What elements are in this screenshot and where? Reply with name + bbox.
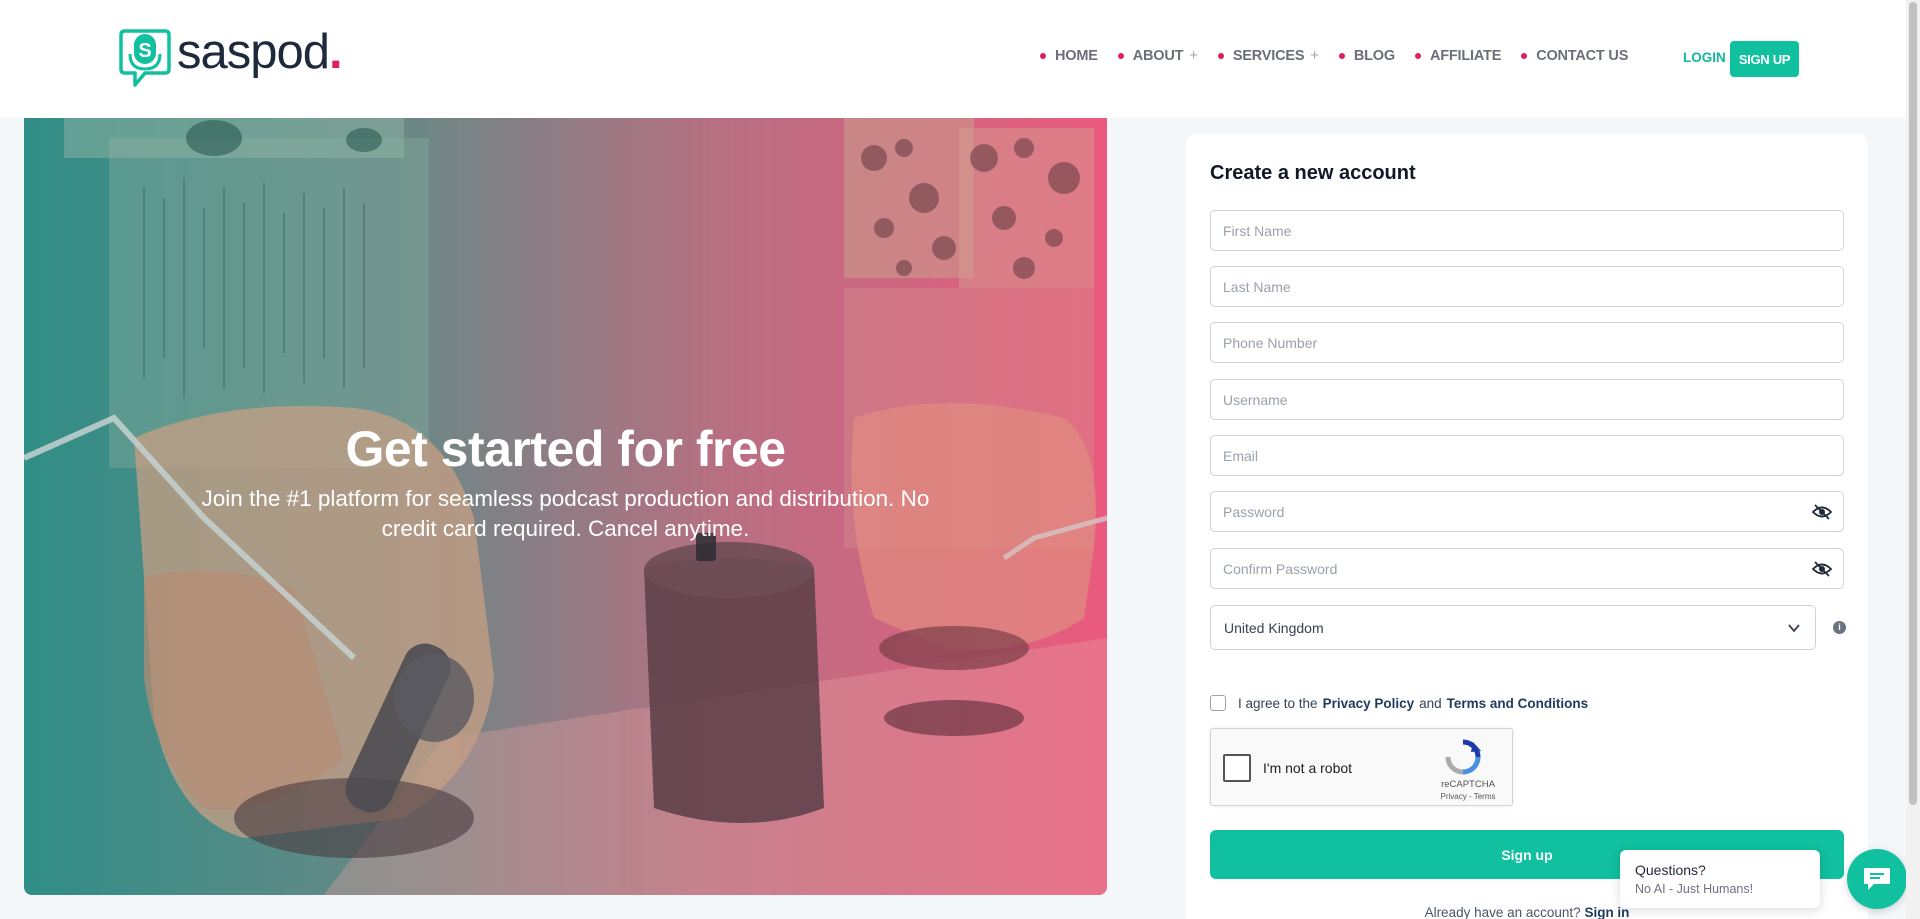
chat-icon: [1864, 868, 1890, 890]
agree-checkbox[interactable]: [1210, 695, 1226, 711]
hero-subtitle: Join the #1 platform for seamless podcas…: [201, 486, 930, 541]
recaptcha-brand: reCAPTCHA: [1441, 779, 1495, 790]
logo[interactable]: S saspod.: [119, 25, 343, 89]
agree-conj: and: [1419, 695, 1442, 711]
privacy-policy-link[interactable]: Privacy Policy: [1323, 696, 1415, 711]
nav-label: HOME: [1055, 47, 1098, 64]
logo-text: saspod.: [177, 25, 343, 79]
nav-label: CONTACT US: [1536, 47, 1629, 64]
form-title: Create a new account: [1210, 162, 1416, 184]
signup-card: Create a new account United Kingdom i I …: [1186, 134, 1868, 919]
svg-text:S: S: [138, 40, 151, 62]
password-input[interactable]: [1210, 491, 1844, 532]
bullet-icon: [1040, 52, 1046, 59]
nav-label: AFFILIATE: [1429, 47, 1502, 64]
terms-agreement: I agree to the Privacy Policy and Terms …: [1210, 695, 1593, 711]
first-name-input[interactable]: [1210, 210, 1844, 251]
bullet-icon: [1414, 52, 1421, 59]
chevron-down-icon: [1788, 624, 1800, 633]
header-signup-button[interactable]: SIGN UP: [1730, 41, 1799, 77]
email-input[interactable]: [1210, 435, 1844, 476]
bullet-icon: [1117, 52, 1124, 59]
nav-affiliate[interactable]: AFFILIATE: [1414, 47, 1502, 64]
agree-prefix: I agree to the: [1238, 695, 1318, 711]
scrollbar-thumb[interactable]: [1909, 2, 1917, 805]
site-header: S saspod. HOME ABOUT + SERVICES + BLOG A…: [0, 0, 1906, 118]
chat-subtitle: No AI - Just Humans!: [1635, 882, 1754, 896]
nav-contact-us[interactable]: CONTACT US: [1521, 48, 1628, 64]
confirm-password-input[interactable]: [1210, 548, 1844, 589]
recaptcha-widget: I'm not a robot reCAPTCHA Privacy - Term…: [1210, 728, 1513, 806]
eye-slash-icon[interactable]: [1812, 561, 1832, 577]
plus-icon: +: [1310, 47, 1319, 64]
recaptcha-logo-icon: [1445, 739, 1481, 775]
recaptcha-label: I'm not a robot: [1263, 760, 1353, 776]
hero-panel: Get started for free Join the #1 platfor…: [24, 118, 1107, 895]
nav-services[interactable]: SERVICES +: [1217, 47, 1319, 64]
chat-launcher-button[interactable]: [1847, 849, 1907, 909]
plus-icon: +: [1189, 47, 1198, 64]
recaptcha-checkbox[interactable]: [1223, 754, 1251, 782]
nav-about[interactable]: ABOUT +: [1117, 47, 1198, 64]
country-select[interactable]: United Kingdom: [1210, 605, 1816, 650]
microphone-chat-icon: S: [119, 29, 171, 87]
eye-slash-icon[interactable]: [1812, 504, 1832, 520]
bullet-icon: [1217, 52, 1224, 59]
bullet-icon: [1338, 52, 1345, 59]
nav-blog[interactable]: BLOG: [1338, 47, 1395, 64]
hero-title: Get started for free: [345, 421, 786, 477]
info-icon[interactable]: i: [1833, 621, 1846, 634]
username-input[interactable]: [1210, 379, 1844, 420]
chat-title: Questions?: [1635, 862, 1706, 878]
page-scrollbar[interactable]: [1906, 0, 1920, 919]
nav-label: SERVICES: [1232, 47, 1305, 64]
nav-label: ABOUT: [1132, 47, 1184, 64]
chat-greeting[interactable]: Questions? No AI - Just Humans!: [1620, 850, 1820, 908]
last-name-input[interactable]: [1210, 266, 1844, 307]
bullet-icon: [1521, 52, 1528, 59]
main-nav: HOME ABOUT + SERVICES + BLOG AFFILIATE C…: [1040, 47, 1648, 64]
nav-home[interactable]: HOME: [1040, 48, 1098, 64]
recaptcha-links[interactable]: Privacy - Terms: [1428, 792, 1508, 801]
terms-link[interactable]: Terms and Conditions: [1447, 696, 1589, 711]
login-link[interactable]: LOGIN: [1683, 50, 1726, 65]
country-select-value: United Kingdom: [1224, 619, 1324, 636]
nav-label: BLOG: [1353, 47, 1395, 64]
signin-text: Already have an account?: [1424, 905, 1581, 919]
phone-number-input[interactable]: [1210, 322, 1844, 363]
